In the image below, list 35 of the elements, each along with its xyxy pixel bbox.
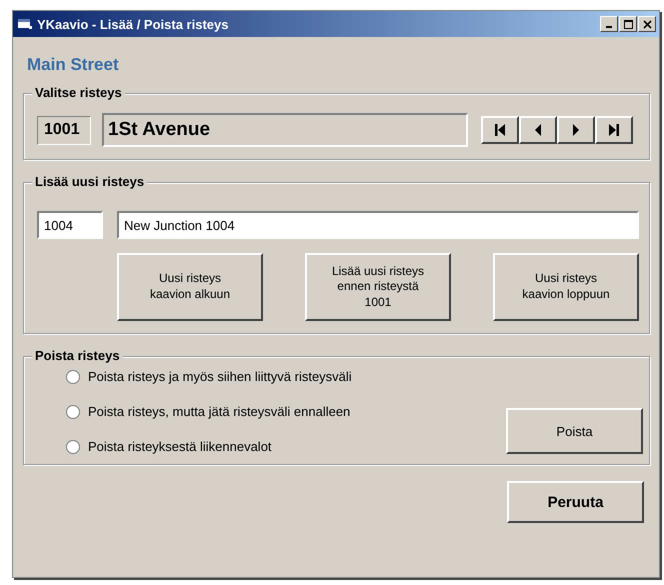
add-junction-button[interactable]: Uusi risteys kaavion loppuun: [493, 253, 639, 321]
close-icon: [642, 20, 652, 28]
junction-id-field: 1001: [37, 116, 91, 144]
skip-last-icon: [609, 124, 619, 136]
window-icon: [18, 18, 32, 30]
previous-button[interactable]: [519, 116, 557, 144]
junction-name-field: 1St Avenue: [102, 113, 468, 147]
triangle-left-icon: [533, 124, 543, 136]
maximize-button[interactable]: [619, 16, 637, 32]
street-name: Main Street: [27, 55, 120, 75]
add-junction-button[interactable]: Uusi risteys kaavion alkuun: [117, 253, 263, 321]
minimize-icon: [606, 26, 612, 28]
window-title: YKaavio - Lisää / Poista risteys: [37, 16, 230, 32]
next-button[interactable]: [557, 116, 595, 144]
group-label: Valitse risteys: [32, 85, 125, 100]
cancel-button[interactable]: Peruuta: [507, 481, 644, 523]
radio-button[interactable]: [66, 370, 80, 384]
group-label: Poista risteys: [32, 348, 123, 363]
new-id-field[interactable]: 1004: [37, 211, 103, 239]
add-junction-button[interactable]: Lisää uusi risteys ennen risteystä 1001: [305, 253, 451, 321]
last-button[interactable]: [595, 116, 633, 144]
skip-first-icon: [495, 124, 505, 136]
first-button[interactable]: [481, 116, 519, 144]
radio-button[interactable]: [66, 404, 80, 418]
group-label: Lisää uusi risteys: [32, 174, 148, 189]
delete-button[interactable]: Poista: [506, 408, 643, 454]
option-label: Poista risteys ja myös siihen liittyvä risteysväli: [88, 369, 352, 384]
triangle-right-icon: [571, 124, 581, 136]
maximize-icon: [624, 20, 632, 28]
radio-button[interactable]: [66, 440, 80, 454]
minimize-button[interactable]: [600, 16, 618, 32]
close-button[interactable]: [638, 16, 656, 32]
option-label: Poista risteys, mutta jätä risteysväli ennalleen: [88, 404, 350, 419]
new-name-field[interactable]: New Junction 1004: [117, 211, 639, 239]
option-label: Poista risteyksestä liikennevalot: [88, 439, 272, 454]
